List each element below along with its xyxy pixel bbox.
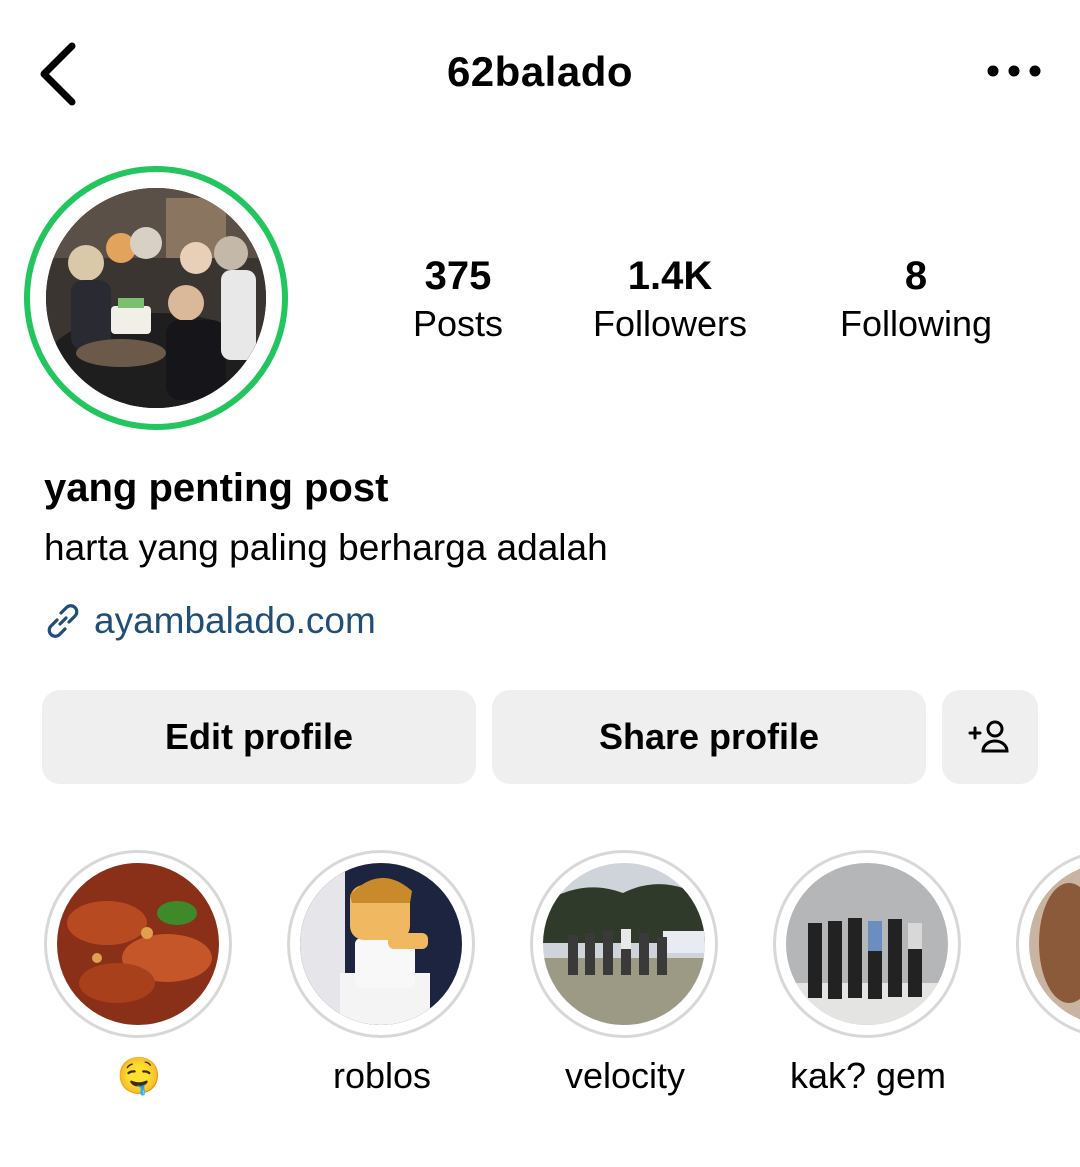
story-highlight[interactable] xyxy=(1016,850,1080,1038)
story-highlight[interactable]: 🤤 xyxy=(44,850,234,1096)
followers-count: 1.4K xyxy=(627,254,713,298)
profile-page: 62balado 375 Posts 1.4K Followers 8 Foll… xyxy=(0,0,1080,1167)
following-count: 8 xyxy=(904,254,928,298)
followers-stat[interactable]: 1.4K Followers xyxy=(570,252,770,348)
highlight-image xyxy=(57,863,219,1025)
highlight-label: roblos xyxy=(332,1055,432,1096)
add-person-icon xyxy=(968,720,1009,753)
display-name: yang penting post xyxy=(44,466,389,510)
highlight-cover[interactable] xyxy=(1016,850,1080,1038)
edit-profile-button[interactable]: Edit profile xyxy=(42,690,476,784)
highlight-image xyxy=(786,863,948,1025)
top-bar: 62balado xyxy=(0,0,1080,150)
story-highlight[interactable]: roblos xyxy=(287,850,477,1096)
share-profile-button[interactable]: Share profile xyxy=(492,690,926,784)
profile-link[interactable]: ayambalado.com xyxy=(42,600,376,642)
highlight-cover[interactable] xyxy=(287,850,475,1038)
more-horizontal-icon xyxy=(987,65,1041,77)
profile-username: 62balado xyxy=(446,48,634,95)
profile-link-text: ayambalado.com xyxy=(94,600,376,641)
followers-label: Followers xyxy=(592,303,748,344)
highlight-image xyxy=(300,863,462,1025)
story-highlight[interactable]: kak? gem xyxy=(773,850,963,1096)
posts-stat[interactable]: 375 Posts xyxy=(358,252,558,348)
more-options-button[interactable] xyxy=(984,54,1044,88)
profile-avatar-ring[interactable] xyxy=(24,166,288,430)
following-label: Following xyxy=(839,303,993,344)
highlight-cover[interactable] xyxy=(773,850,961,1038)
link-icon xyxy=(47,604,79,638)
discover-people-button[interactable] xyxy=(942,690,1038,784)
bio-text: harta yang paling berharga adalah xyxy=(44,527,608,568)
highlight-label: kak? gem xyxy=(789,1055,947,1096)
posts-label: Posts xyxy=(412,303,504,344)
highlight-cover[interactable] xyxy=(530,850,718,1038)
following-stat[interactable]: 8 Following xyxy=(816,252,1016,348)
posts-count: 375 xyxy=(424,254,492,298)
story-highlight[interactable]: velocity xyxy=(530,850,720,1096)
highlight-label: velocity xyxy=(564,1055,686,1096)
profile-avatar xyxy=(46,188,266,408)
highlight-image xyxy=(1029,863,1080,1025)
highlight-cover[interactable] xyxy=(44,850,232,1038)
highlight-image xyxy=(543,863,705,1025)
highlight-label: 🤤 xyxy=(116,1055,162,1096)
